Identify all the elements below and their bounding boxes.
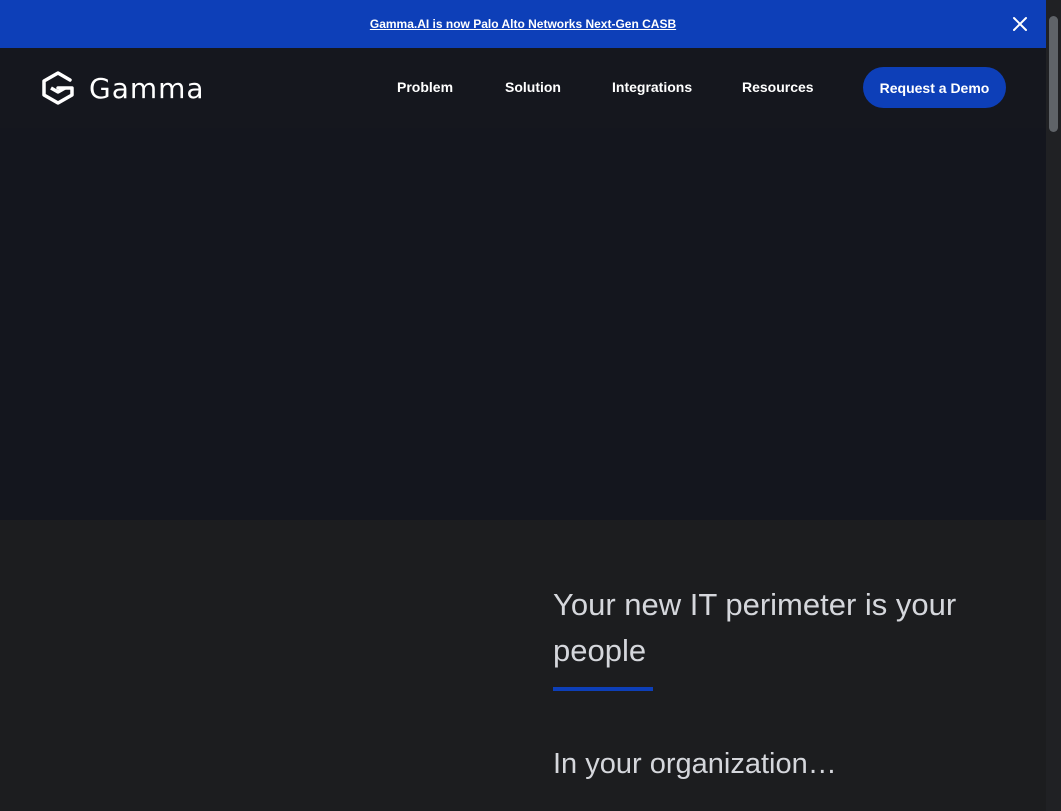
scrollbar-thumb[interactable] [1049, 16, 1058, 132]
headline-accent-bar [553, 687, 653, 691]
hero-section [0, 128, 1046, 520]
section-subheading: In your organization… [553, 748, 837, 780]
request-demo-button[interactable]: Request a Demo [863, 67, 1006, 108]
section-headline: Your new IT perimeter is your people [553, 587, 957, 668]
nav-item-resources[interactable]: Resources [742, 79, 814, 95]
logo-text: Gamma [89, 71, 205, 105]
intro-section: Your new IT perimeter is your people In … [0, 520, 1046, 811]
announcement-link[interactable]: Gamma.AI is now Palo Alto Networks Next-… [370, 17, 676, 31]
hexagon-g-icon [42, 71, 74, 105]
nav-item-problem[interactable]: Problem [397, 79, 453, 95]
announcement-banner: Gamma.AI is now Palo Alto Networks Next-… [0, 0, 1046, 48]
site-header: Gamma Problem Solution Integrations Reso… [0, 48, 1046, 128]
nav-item-solution[interactable]: Solution [505, 79, 561, 95]
page: Gamma.AI is now Palo Alto Networks Next-… [0, 0, 1061, 811]
nav-item-integrations[interactable]: Integrations [612, 79, 692, 95]
logo[interactable]: Gamma [39, 68, 205, 108]
close-icon[interactable] [1010, 14, 1030, 34]
page-scrollbar[interactable] [1046, 0, 1061, 811]
